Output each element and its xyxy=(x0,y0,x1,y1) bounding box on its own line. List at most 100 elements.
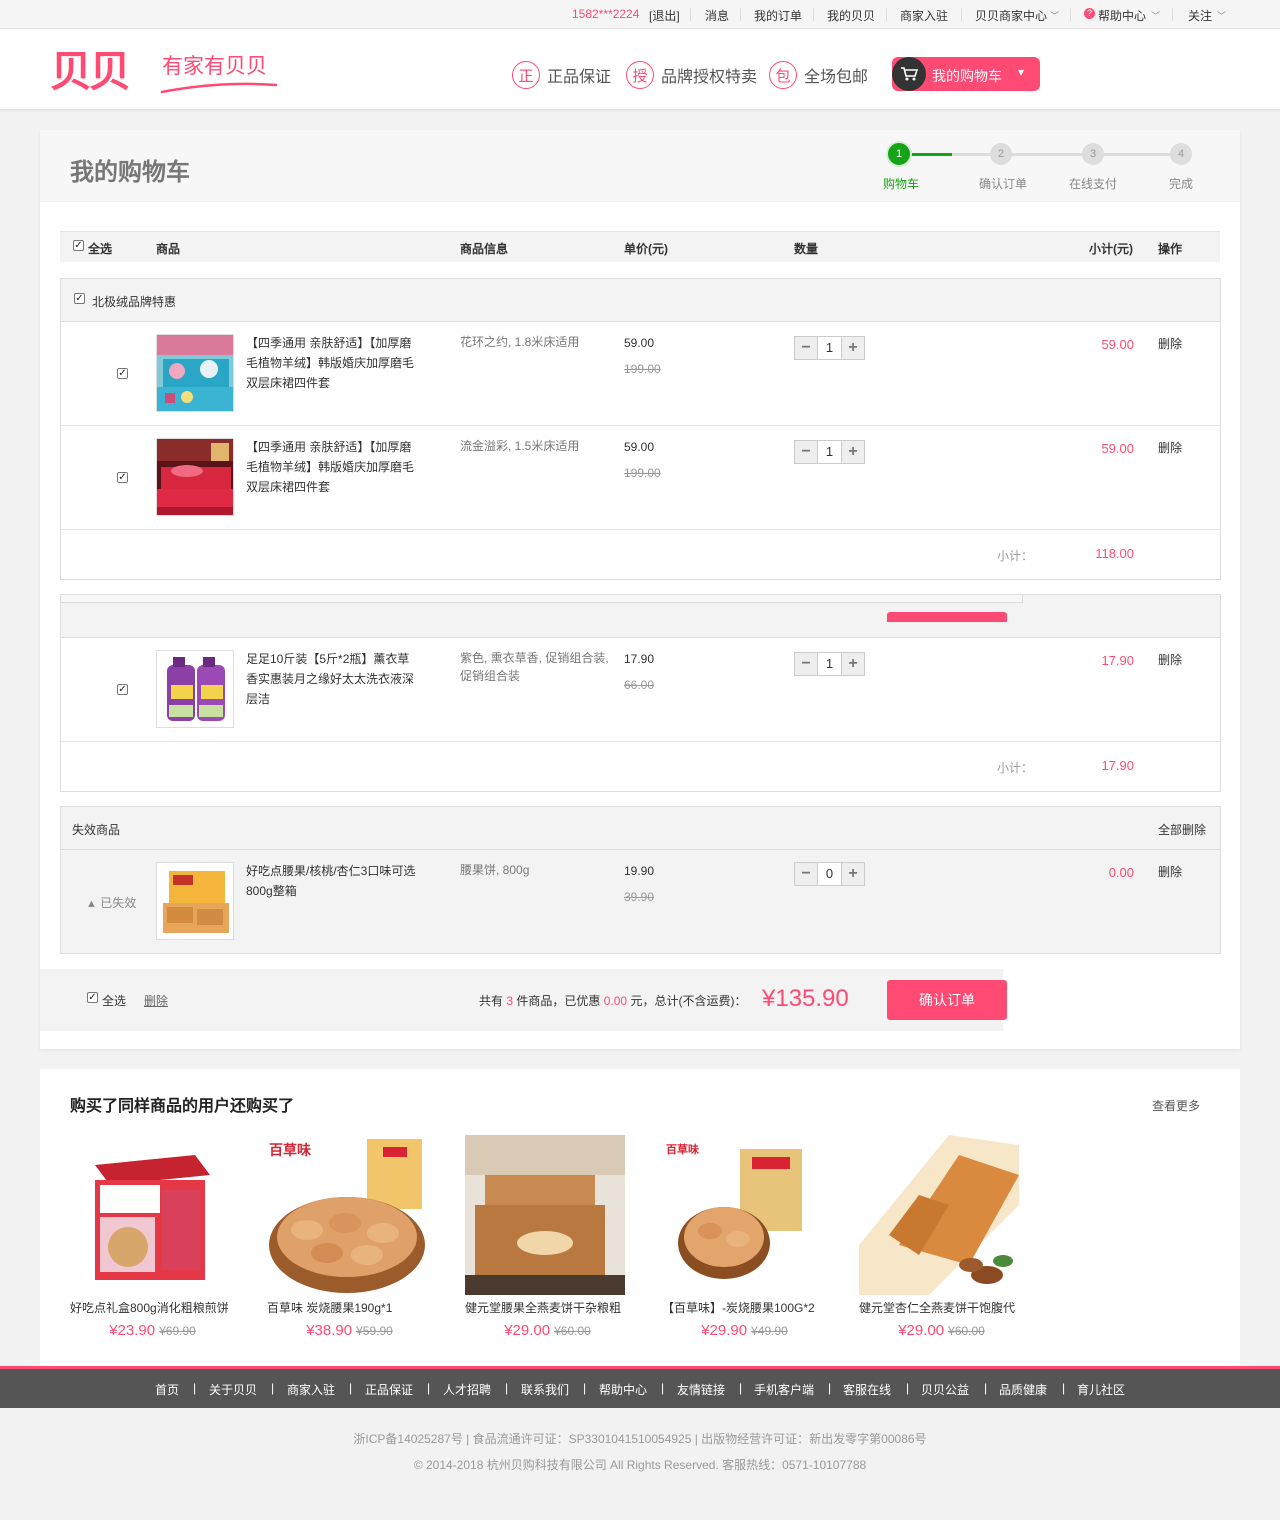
help-center-link[interactable]: 帮助中心 xyxy=(1098,7,1146,24)
product-image[interactable] xyxy=(156,438,234,516)
product-image[interactable] xyxy=(156,334,234,412)
col-product: 商品 xyxy=(156,242,181,256)
footer-link[interactable]: 商家入驻 xyxy=(287,1381,335,1398)
product-image[interactable] xyxy=(156,862,234,940)
original-price: 66.00 xyxy=(624,678,655,692)
footer-link[interactable]: 首页 xyxy=(155,1381,179,1398)
quantity-input[interactable]: 1 xyxy=(817,441,842,463)
messages-link[interactable]: 消息 xyxy=(705,7,729,24)
cart-item-invalid: ▲ 已失效 好吃点腰果/核桃/杏仁3口味可选800g整箱 腰果饼, 800g 1… xyxy=(61,850,1220,953)
footer-link[interactable]: 人才招聘 xyxy=(443,1381,491,1398)
item-checkbox[interactable]: ✓ xyxy=(117,368,128,379)
minus-icon[interactable]: − xyxy=(795,441,817,463)
get-coupon-button[interactable] xyxy=(887,612,1007,622)
recommend-image[interactable] xyxy=(859,1135,1019,1295)
merchant-join-link[interactable]: 商家入驻 xyxy=(900,7,948,24)
checkout-bar: ✓ 全选 删除 共有 3 件商品，已优惠 0.00 元，总计(不含运费)： ¥1… xyxy=(40,969,1007,1031)
select-all-checkbox[interactable]: ✓ xyxy=(73,240,84,251)
footer-copyright: © 2014-2018 杭州贝购科技有限公司 All Rights Reserv… xyxy=(413,1458,867,1472)
item-checkbox[interactable]: ✓ xyxy=(117,684,128,695)
quantity-stepper: −1 + xyxy=(794,336,865,360)
confirm-order-button[interactable]: 确认订单 xyxy=(887,980,1007,1020)
select-all-checkbox[interactable]: ✓ xyxy=(87,992,98,1003)
my-orders-link[interactable]: 我的订单 xyxy=(754,7,802,24)
item-checkbox[interactable]: ✓ xyxy=(117,472,128,483)
recommend-item[interactable]: 健元堂腰果全燕麦饼干杂粮粗 ¥29.00 ¥60.00 xyxy=(465,1135,630,1339)
quantity-input[interactable]: 1 xyxy=(817,653,842,675)
recommend-name[interactable]: 健元堂腰果全燕麦饼干杂粮粗 xyxy=(465,1299,628,1316)
plus-icon[interactable]: + xyxy=(842,863,864,885)
logo-slogan: 有家有贝贝 xyxy=(162,55,267,78)
logout-link[interactable]: [退出] xyxy=(649,7,680,24)
product-name[interactable]: 好吃点腰果/核桃/杏仁3口味可选800g整箱 xyxy=(246,861,421,901)
recommend-name[interactable]: 【百草味】-炭烧腰果100G*2 xyxy=(662,1299,825,1316)
footer-link[interactable]: 关于贝贝 xyxy=(209,1381,257,1398)
step-4: 4 xyxy=(1170,143,1192,165)
footer-link[interactable]: 育儿社区 xyxy=(1077,1381,1125,1398)
recommend-price: ¥23.90 ¥69.90 xyxy=(109,1322,196,1339)
delete-selected-link[interactable]: 删除 xyxy=(144,992,168,1009)
plus-icon[interactable]: + xyxy=(842,441,864,463)
original-price: 39.90 xyxy=(624,890,655,904)
product-image[interactable] xyxy=(156,650,234,728)
minus-icon[interactable]: − xyxy=(795,337,817,359)
progress-fill xyxy=(910,153,952,156)
logo[interactable]: 贝贝 xyxy=(50,49,131,95)
shop-name[interactable]: 北极绒品牌特惠 xyxy=(92,293,176,310)
shop-checkbox[interactable]: ✓ xyxy=(74,293,85,304)
recommend-item[interactable]: 健元堂杏仁全燕麦饼干饱腹代 ¥29.00 ¥60.00 xyxy=(859,1135,1024,1339)
view-more-link[interactable]: 查看更多 xyxy=(1152,1097,1200,1114)
user-phone[interactable]: 1582***2224 xyxy=(572,7,639,21)
product-name[interactable]: 【四季通用 亲肤舒适】【加厚磨毛植物羊绒】韩版婚庆加厚磨毛双层床裙四件套 xyxy=(246,333,421,393)
product-name[interactable]: 足足10斤装【5斤*2瓶】薰衣草香实惠装月之缘好太太洗衣液深层洁 xyxy=(246,649,421,709)
footer-link[interactable]: 手机客户端 xyxy=(754,1381,814,1398)
delete-button[interactable]: 删除 xyxy=(1158,439,1182,456)
recommend-name[interactable]: 好吃点礼盒800g消化粗粮煎饼 xyxy=(70,1299,233,1316)
recommend-image[interactable] xyxy=(465,1135,625,1295)
footer-link[interactable]: 友情链接 xyxy=(677,1381,725,1398)
footer-link[interactable]: 客服在线 xyxy=(843,1381,891,1398)
recommend-item[interactable]: 好吃点礼盒800g消化粗粮煎饼 ¥23.90 ¥69.90 xyxy=(70,1135,235,1339)
product-name[interactable]: 【四季通用 亲肤舒适】【加厚磨毛植物羊绒】韩版婚庆加厚磨毛双层床裙四件套 xyxy=(246,437,421,497)
minus-icon[interactable]: − xyxy=(795,863,817,885)
footer-link[interactable]: 正品保证 xyxy=(365,1381,413,1398)
recommend-name[interactable]: 百草味 炭烧腰果190g*1 xyxy=(267,1299,430,1316)
recommend-item[interactable]: 百草味 百草味 炭烧腰果190g*1 ¥38.90 ¥59.90 xyxy=(267,1135,432,1339)
footer-link[interactable]: 贝贝公益 xyxy=(921,1381,969,1398)
delete-all-button[interactable]: 全部删除 xyxy=(1158,821,1206,838)
shop-subtotal: 118.00 xyxy=(1095,546,1134,561)
recommend-name[interactable]: 健元堂杏仁全燕麦饼干饱腹代 xyxy=(859,1299,1022,1316)
footer-link[interactable]: 联系我们 xyxy=(521,1381,569,1398)
minus-icon[interactable]: − xyxy=(795,653,817,675)
merchant-center-link[interactable]: 贝贝商家中心 xyxy=(975,7,1047,24)
delete-button[interactable]: 删除 xyxy=(1158,863,1182,880)
delete-button[interactable]: 删除 xyxy=(1158,335,1182,352)
recommend-image[interactable]: 百草味 xyxy=(662,1135,822,1295)
plus-icon[interactable]: + xyxy=(842,337,864,359)
plus-icon[interactable]: + xyxy=(842,653,864,675)
product-spec: 腰果饼, 800g xyxy=(460,863,530,877)
slogan-underline-icon xyxy=(160,82,278,94)
product-spec: 花环之约, 1.8米床适用 xyxy=(460,335,580,349)
follow-link[interactable]: 关注 xyxy=(1188,7,1212,24)
recommend-image[interactable]: 百草味 xyxy=(267,1135,427,1295)
item-subtotal: 59.00 xyxy=(1101,441,1134,456)
cart-item: ✓ 【四季通用 亲肤舒适】【加厚磨毛植物羊绒】韩版婚庆加厚磨毛双层床裙四件套 花… xyxy=(61,322,1220,426)
recommend-item[interactable]: 百草味 【百草味】-炭烧腰果100G*2 ¥29.90 ¥49.90 xyxy=(662,1135,827,1339)
quantity-input[interactable]: 0 xyxy=(817,863,842,885)
footer-license: 浙ICP备14025287号 | 食品流通许可证：SP3301041510054… xyxy=(353,1432,927,1446)
my-cart-button[interactable]: 我的购物车 ▾ xyxy=(892,57,1040,91)
quantity-input[interactable]: 1 xyxy=(817,337,842,359)
col-quantity: 数量 xyxy=(794,242,819,256)
recommend-image[interactable] xyxy=(70,1135,230,1295)
footer-link[interactable]: 品质健康 xyxy=(999,1381,1047,1398)
footer-link[interactable]: 帮助中心 xyxy=(599,1381,647,1398)
authentic-icon: 正 xyxy=(512,61,540,89)
total-price: ¥135.90 xyxy=(762,985,849,1012)
cart-item: ✓ 【四季通用 亲肤舒适】【加厚磨毛植物羊绒】韩版婚庆加厚磨毛双层床裙四件套 流… xyxy=(61,426,1220,530)
delete-button[interactable]: 删除 xyxy=(1158,651,1182,668)
chevron-down-icon: ﹀ xyxy=(1050,11,1060,21)
my-beibei-link[interactable]: 我的贝贝 xyxy=(827,7,875,24)
select-all-label: 全选 xyxy=(88,242,113,256)
quantity-stepper: −1 + xyxy=(794,440,865,464)
